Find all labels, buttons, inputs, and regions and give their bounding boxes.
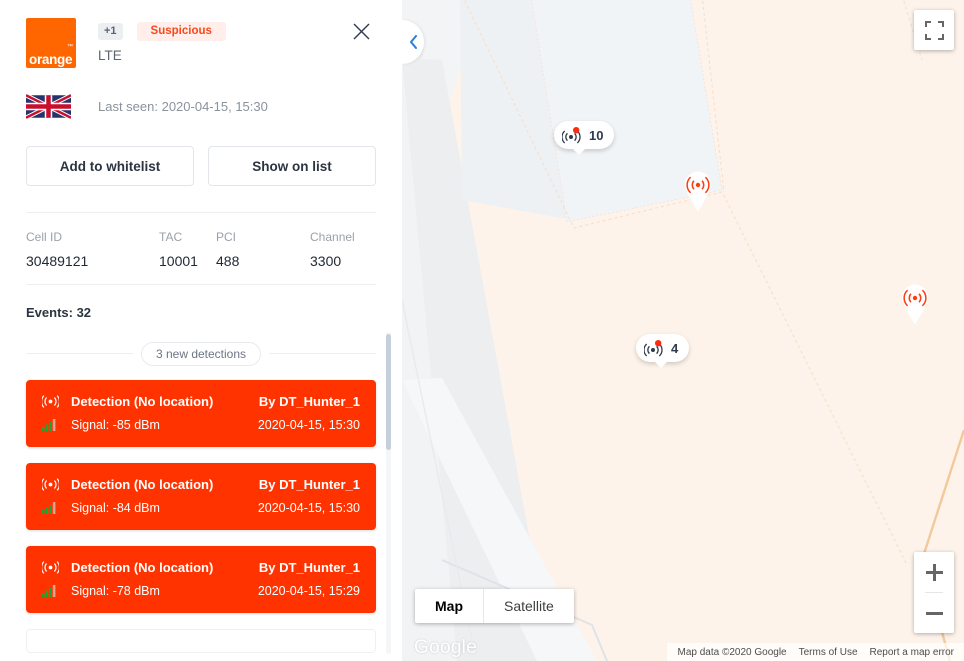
zoom-controls <box>914 552 954 633</box>
terms-of-use-link[interactable]: Terms of Use <box>799 647 858 658</box>
detection-signal: Signal: -78 dBm <box>71 583 160 598</box>
broadcast-glyph <box>42 395 59 408</box>
panel-actions: Add to whitelist Show on list <box>26 146 376 186</box>
map-type-satellite[interactable]: Satellite <box>483 589 574 623</box>
google-logo: Google <box>414 637 478 658</box>
operator-logo-trademark: ™ <box>67 44 73 50</box>
detection-timestamp: 2020-04-15, 15:30 <box>257 417 360 432</box>
zoom-in-button[interactable] <box>914 552 954 592</box>
plus-icon <box>925 563 943 581</box>
map-type-map[interactable]: Map <box>415 589 483 623</box>
fullscreen-icon <box>924 20 944 40</box>
detection-author: By DT_Hunter_1 <box>258 559 360 575</box>
last-seen-text: Last seen: 2020-04-15, 15:30 <box>98 98 268 114</box>
detection-timestamp: 2020-04-15, 15:29 <box>257 583 360 598</box>
detection-signal: Signal: -84 dBm <box>71 500 160 515</box>
detection-author: By DT_Hunter_1 <box>258 476 360 492</box>
operator-logo: orange ™ <box>26 18 76 68</box>
signal-broadcast-icon <box>42 561 66 574</box>
panel-header: orange ™ +1 Suspicious LTE <box>26 0 376 68</box>
detection-author: By DT_Hunter_1 <box>258 393 360 409</box>
broadcast-glyph <box>42 561 59 574</box>
report-map-error-link[interactable]: Report a map error <box>870 647 954 658</box>
fullscreen-button[interactable] <box>914 10 954 50</box>
signal-broadcast-icon <box>42 395 66 408</box>
cluster-count: 4 <box>671 340 679 356</box>
new-detections-badge: 3 new detections <box>140 341 262 366</box>
spec-value: 488 <box>216 252 240 269</box>
status-badge: Suspicious <box>136 21 226 42</box>
operator-logo-text: orange <box>29 51 73 67</box>
spec-label: TAC <box>159 230 183 244</box>
extra-operators-badge[interactable]: +1 <box>98 22 123 41</box>
map-type-switch: Map Satellite <box>415 589 574 623</box>
panel-content: orange ™ +1 Suspicious LTE Last seen: 20… <box>0 0 402 661</box>
detection-title: Detection (No location) <box>71 476 214 492</box>
divider-line-left <box>26 353 133 355</box>
cell-specs: Cell ID 30489121 TAC 10001 PCI 488 Chann… <box>26 212 376 285</box>
map-data-attribution: Map data ©2020 Google <box>677 646 787 658</box>
detection-card[interactable]: Detection (No location) By DT_Hunter_1 S… <box>26 545 376 613</box>
chevron-left-icon <box>409 35 417 49</box>
signal-bars-glyph <box>42 419 56 432</box>
spec-value: 10001 <box>159 252 198 269</box>
map-pin-marker[interactable] <box>683 170 713 217</box>
spec-cell-id: Cell ID 30489121 <box>26 229 159 270</box>
detection-timestamp: 2020-04-15, 15:30 <box>257 500 360 515</box>
signal-broadcast-icon <box>42 478 66 491</box>
events-count: Events: 32 <box>26 304 92 320</box>
uk-flag-glyph <box>26 92 71 120</box>
spec-label: Cell ID <box>26 230 63 244</box>
detection-card[interactable]: Detection (No location) By DT_Hunter_1 S… <box>26 462 376 530</box>
radio-access-technology: LTE <box>98 48 122 63</box>
signal-bars-glyph <box>42 502 56 515</box>
map-pin-marker[interactable] <box>900 283 930 330</box>
detection-title: Detection (No location) <box>71 393 214 409</box>
close-glyph <box>353 23 369 39</box>
signal-bars-glyph <box>42 585 56 598</box>
map-canvas[interactable]: Map Satellite Google Map data ©2020 Goog… <box>402 0 964 661</box>
cluster-count: 10 <box>589 127 604 143</box>
add-to-whitelist-button[interactable]: Add to whitelist <box>26 146 194 186</box>
app-root: orange ™ +1 Suspicious LTE Last seen: 20… <box>0 0 964 661</box>
panel-scrollbar-thumb[interactable] <box>386 334 391 450</box>
detection-pin-icon <box>902 284 928 325</box>
spec-tac: TAC 10001 <box>159 229 216 270</box>
signal-strength-icon <box>42 584 66 598</box>
new-detections-divider: 3 new detections <box>26 341 376 366</box>
device-detail-panel: orange ™ +1 Suspicious LTE Last seen: 20… <box>0 0 402 661</box>
cluster-tail <box>572 148 586 155</box>
zoom-out-button[interactable] <box>914 593 954 633</box>
map-cluster-marker[interactable]: 4 <box>636 334 690 368</box>
detection-pin-icon <box>685 171 711 212</box>
close-icon[interactable] <box>346 16 376 46</box>
spec-pci: PCI 488 <box>216 229 310 270</box>
minus-icon <box>925 611 943 615</box>
signal-strength-icon <box>42 501 66 515</box>
last-seen-row: Last seen: 2020-04-15, 15:30 <box>26 88 376 124</box>
map-cluster-marker[interactable]: 10 <box>554 121 615 155</box>
map-attribution: Map data ©2020 Google Terms of Use Repor… <box>667 643 964 661</box>
spec-label: Channel <box>310 230 355 244</box>
detection-title: Detection (No location) <box>71 559 214 575</box>
detection-card[interactable]: Detection (No location) By DT_Hunter_1 S… <box>26 379 376 447</box>
spec-value: 3300 <box>310 252 342 269</box>
map-base-geometry <box>402 0 964 661</box>
detection-list: Detection (No location) By DT_Hunter_1 S… <box>26 379 376 653</box>
cluster-broadcast-icon <box>644 339 663 356</box>
united-kingdom-flag-icon <box>26 92 71 121</box>
cluster-broadcast-icon <box>562 126 581 143</box>
show-on-list-button[interactable]: Show on list <box>208 146 376 186</box>
spec-value: 30489121 <box>26 252 89 269</box>
spec-label: PCI <box>216 230 237 244</box>
panel-scrollbar-track[interactable] <box>386 332 391 654</box>
detection-card-partial[interactable] <box>26 628 376 653</box>
divider-line-right <box>269 353 376 355</box>
spec-channel: Channel 3300 <box>310 229 355 270</box>
broadcast-glyph <box>42 478 59 491</box>
detection-signal: Signal: -85 dBm <box>71 417 160 432</box>
cluster-tail <box>654 361 668 368</box>
signal-strength-icon <box>42 418 66 432</box>
